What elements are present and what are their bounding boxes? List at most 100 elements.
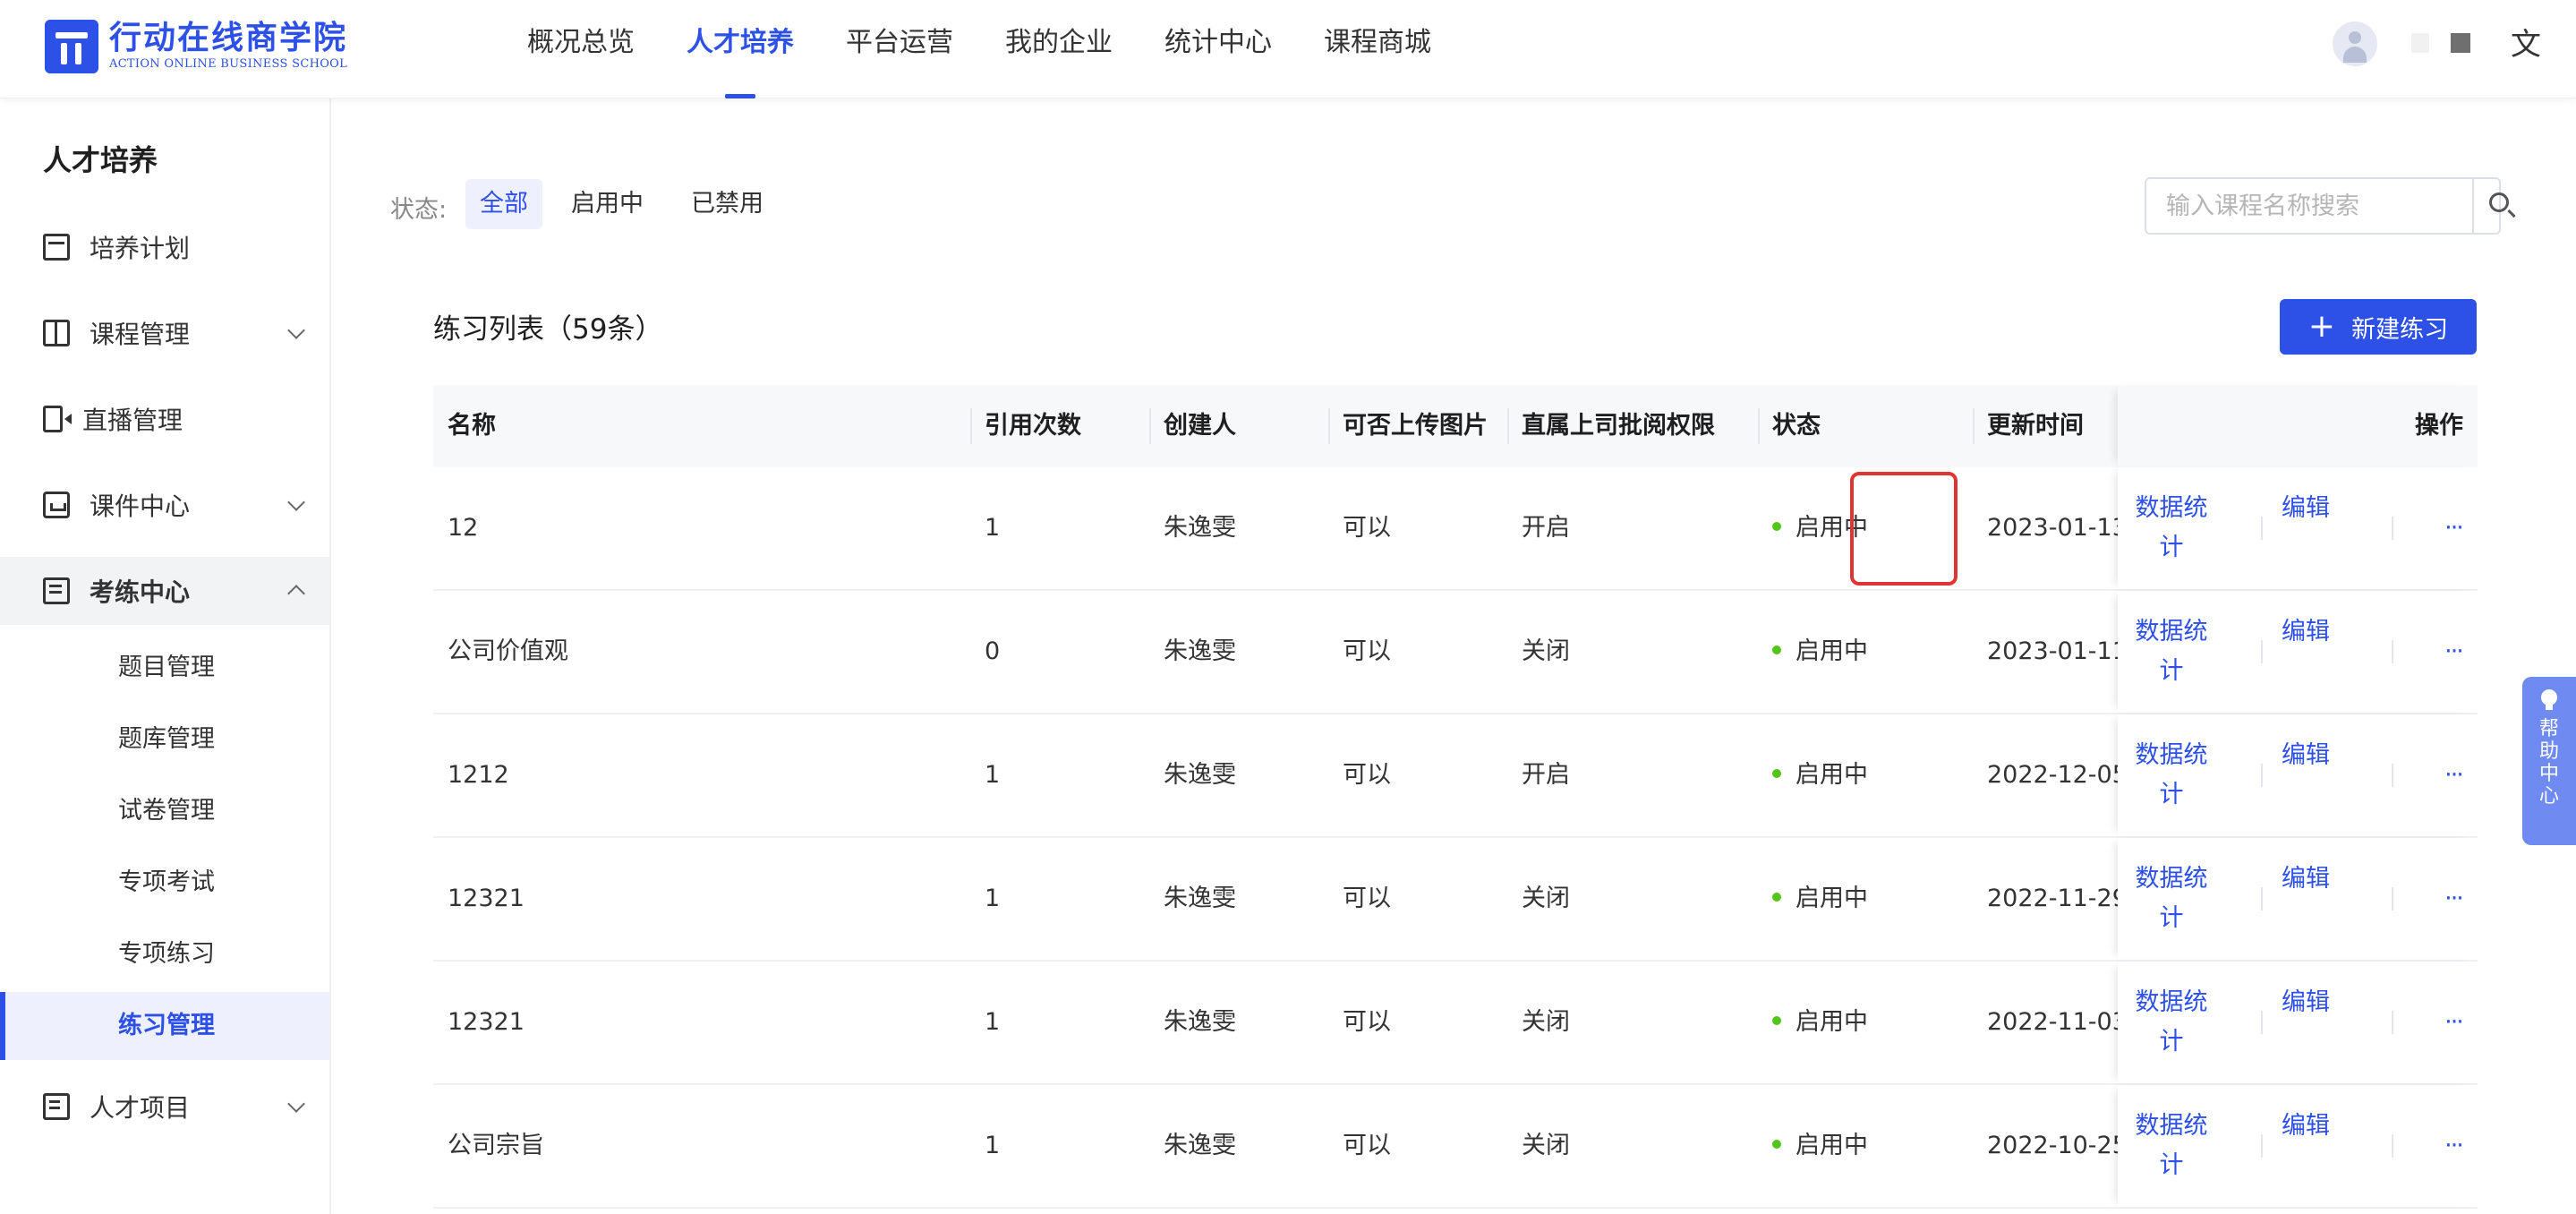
status-dot-icon (1772, 892, 1781, 902)
row-actions: 数据统计 编辑 ··· (2118, 591, 2478, 713)
status-dot-icon (1772, 768, 1781, 778)
cell-upload: 可以 (1343, 637, 1391, 665)
sidebar-item-live-management[interactable]: 直播管理 (0, 385, 329, 453)
nav-item-talent[interactable]: 人才培养 (661, 0, 820, 98)
sidebar-item-training-plan[interactable]: 培养计划 (0, 213, 329, 281)
help-center-tab[interactable]: 帮助中心 (2522, 677, 2576, 845)
column-header-actions: 操作 (2415, 412, 2463, 440)
sidebar-subitem-question-bank[interactable]: 题库管理 (0, 705, 329, 774)
plus-icon: + (2307, 308, 2336, 345)
sidebar-subitem-practice-management[interactable]: 练习管理 (0, 992, 329, 1060)
data-stats-link[interactable]: 数据统计 (2128, 859, 2214, 938)
table-row: 12321 1 朱逸雯 可以 关闭 启用中 2022-11-03 数据统计 编辑… (433, 962, 2478, 1085)
video-icon (43, 406, 72, 432)
more-actions-icon[interactable]: ··· (2440, 1126, 2467, 1166)
brand-logo[interactable]: 行动在线商学院 ACTION ONLINE BUSINESS SCHOOL (45, 20, 347, 73)
search-box (2145, 177, 2516, 235)
logo-text: 行动在线商学院 ACTION ONLINE BUSINESS SCHOOL (109, 21, 347, 73)
data-stats-link[interactable]: 数据统计 (2128, 489, 2214, 568)
status-filter-enabled[interactable]: 启用中 (557, 179, 658, 229)
cell-review: 开启 (1522, 514, 1570, 542)
more-actions-icon[interactable]: ··· (2440, 1003, 2467, 1042)
table-row: 1212 1 朱逸雯 可以 开启 启用中 2022-12-05 数据统计 编辑 … (433, 714, 2478, 838)
nav-item-enterprise[interactable]: 我的企业 (979, 0, 1139, 98)
data-stats-link[interactable]: 数据统计 (2128, 612, 2214, 691)
cell-upload: 可以 (1343, 885, 1391, 912)
book-icon (43, 320, 70, 346)
cell-creator: 朱逸雯 (1164, 637, 1236, 665)
sidebar-item-courseware-center[interactable]: 课件中心 (0, 471, 329, 539)
cell-name: 12321 (448, 1008, 525, 1036)
edit-link[interactable]: 编辑 (2281, 1107, 2331, 1146)
cell-updated: 2022-11-29 (1987, 885, 2128, 912)
data-stats-link[interactable]: 数据统计 (2128, 983, 2214, 1062)
sidebar-subitem-special-practice[interactable]: 专项练习 (0, 920, 329, 988)
edit-link[interactable]: 编辑 (2281, 859, 2331, 899)
sidebar-item-talent-project[interactable]: 人才项目 (0, 1073, 329, 1141)
edit-link[interactable]: 编辑 (2281, 983, 2331, 1022)
nav-item-overview[interactable]: 概况总览 (501, 0, 661, 98)
status-label: 启用中 (1796, 885, 1868, 912)
edit-link[interactable]: 编辑 (2281, 489, 2331, 528)
practice-list-title: 练习列表（59条） (433, 313, 663, 346)
sidebar-item-label: 课程管理 (90, 320, 191, 349)
table-header: 名称 引用次数 创建人 可否上传图片 直属上司批阅权限 状态 更新时间 操作 (433, 385, 2478, 467)
status-label: 启用中 (1796, 761, 1868, 789)
new-practice-button[interactable]: + 新建练习 (2280, 299, 2477, 355)
table-row: 公司价值观 0 朱逸雯 可以 关闭 启用中 2023-01-11 数据统计 编辑… (433, 591, 2478, 714)
exam-icon (43, 577, 70, 604)
column-header-upload: 可否上传图片 (1343, 412, 1488, 440)
cell-creator: 朱逸雯 (1164, 1132, 1236, 1159)
top-nav: 概况总览 人才培养 平台运营 我的企业 统计中心 课程商城 (501, 0, 1457, 98)
cell-name: 公司宗旨 (448, 1132, 544, 1159)
row-actions: 数据统计 编辑 ··· (2118, 467, 2478, 589)
cell-updated: 2023-01-13 (1987, 514, 2128, 542)
sidebar-item-exam-center[interactable]: 考练中心 (0, 557, 329, 625)
user-name-placeholder[interactable] (2411, 33, 2429, 53)
search-button[interactable] (2472, 179, 2516, 233)
column-header-status: 状态 (1772, 412, 1821, 440)
cell-review: 关闭 (1522, 1132, 1570, 1159)
user-avatar-icon[interactable] (2333, 21, 2377, 66)
more-actions-icon[interactable]: ··· (2440, 509, 2467, 548)
edit-link[interactable]: 编辑 (2281, 736, 2331, 775)
project-icon (43, 1093, 70, 1120)
practice-table: 名称 引用次数 创建人 可否上传图片 直属上司批阅权限 状态 更新时间 操作 1… (433, 385, 2478, 1209)
sidebar-subitem-paper-management[interactable]: 试卷管理 (0, 777, 329, 845)
cell-status: 启用中 (1758, 591, 1868, 713)
cell-review: 关闭 (1522, 1008, 1570, 1036)
row-actions: 数据统计 编辑 ··· (2118, 714, 2478, 836)
status-filter-disabled[interactable]: 已禁用 (677, 179, 778, 229)
cell-updated: 2022-12-05 (1987, 761, 2128, 789)
lightbulb-icon (2541, 689, 2557, 710)
cell-name: 1212 (448, 761, 509, 789)
status-label: 启用中 (1796, 637, 1868, 665)
cell-upload: 可以 (1343, 761, 1391, 789)
cell-creator: 朱逸雯 (1164, 1008, 1236, 1036)
cell-creator: 朱逸雯 (1164, 514, 1236, 542)
sidebar-subitem-special-exam[interactable]: 专项考试 (0, 849, 329, 917)
data-stats-link[interactable]: 数据统计 (2128, 736, 2214, 815)
more-actions-icon[interactable]: ··· (2440, 756, 2467, 795)
status-filter-label: 状态: (390, 196, 448, 224)
logo-title-cn: 行动在线商学院 (109, 20, 348, 56)
sidebar-subitem-question-management[interactable]: 题目管理 (0, 634, 329, 702)
nav-item-course-mall[interactable]: 课程商城 (1298, 0, 1457, 98)
data-stats-link[interactable]: 数据统计 (2128, 1107, 2214, 1185)
status-filter-all[interactable]: 全部 (465, 179, 542, 229)
more-actions-icon[interactable]: ··· (2440, 632, 2467, 671)
nav-item-statistics[interactable]: 统计中心 (1139, 0, 1298, 98)
more-actions-icon[interactable]: ··· (2440, 879, 2467, 919)
search-input[interactable] (2146, 179, 2472, 233)
edit-link[interactable]: 编辑 (2281, 612, 2331, 652)
column-header-refs: 引用次数 (985, 412, 1081, 440)
status-dot-icon (1772, 521, 1781, 531)
user-menu-icon[interactable] (2451, 33, 2470, 53)
nav-item-operations[interactable]: 平台运营 (820, 0, 979, 98)
cell-updated: 2022-10-25 (1987, 1132, 2128, 1159)
chevron-down-icon (287, 1095, 305, 1113)
table-row: 公司宗旨 1 朱逸雯 可以 关闭 启用中 2022-10-25 数据统计 编辑 … (433, 1085, 2478, 1209)
sidebar-item-course-management[interactable]: 课程管理 (0, 299, 329, 367)
translate-icon[interactable]: 文 (2506, 25, 2546, 64)
cell-creator: 朱逸雯 (1164, 761, 1236, 789)
